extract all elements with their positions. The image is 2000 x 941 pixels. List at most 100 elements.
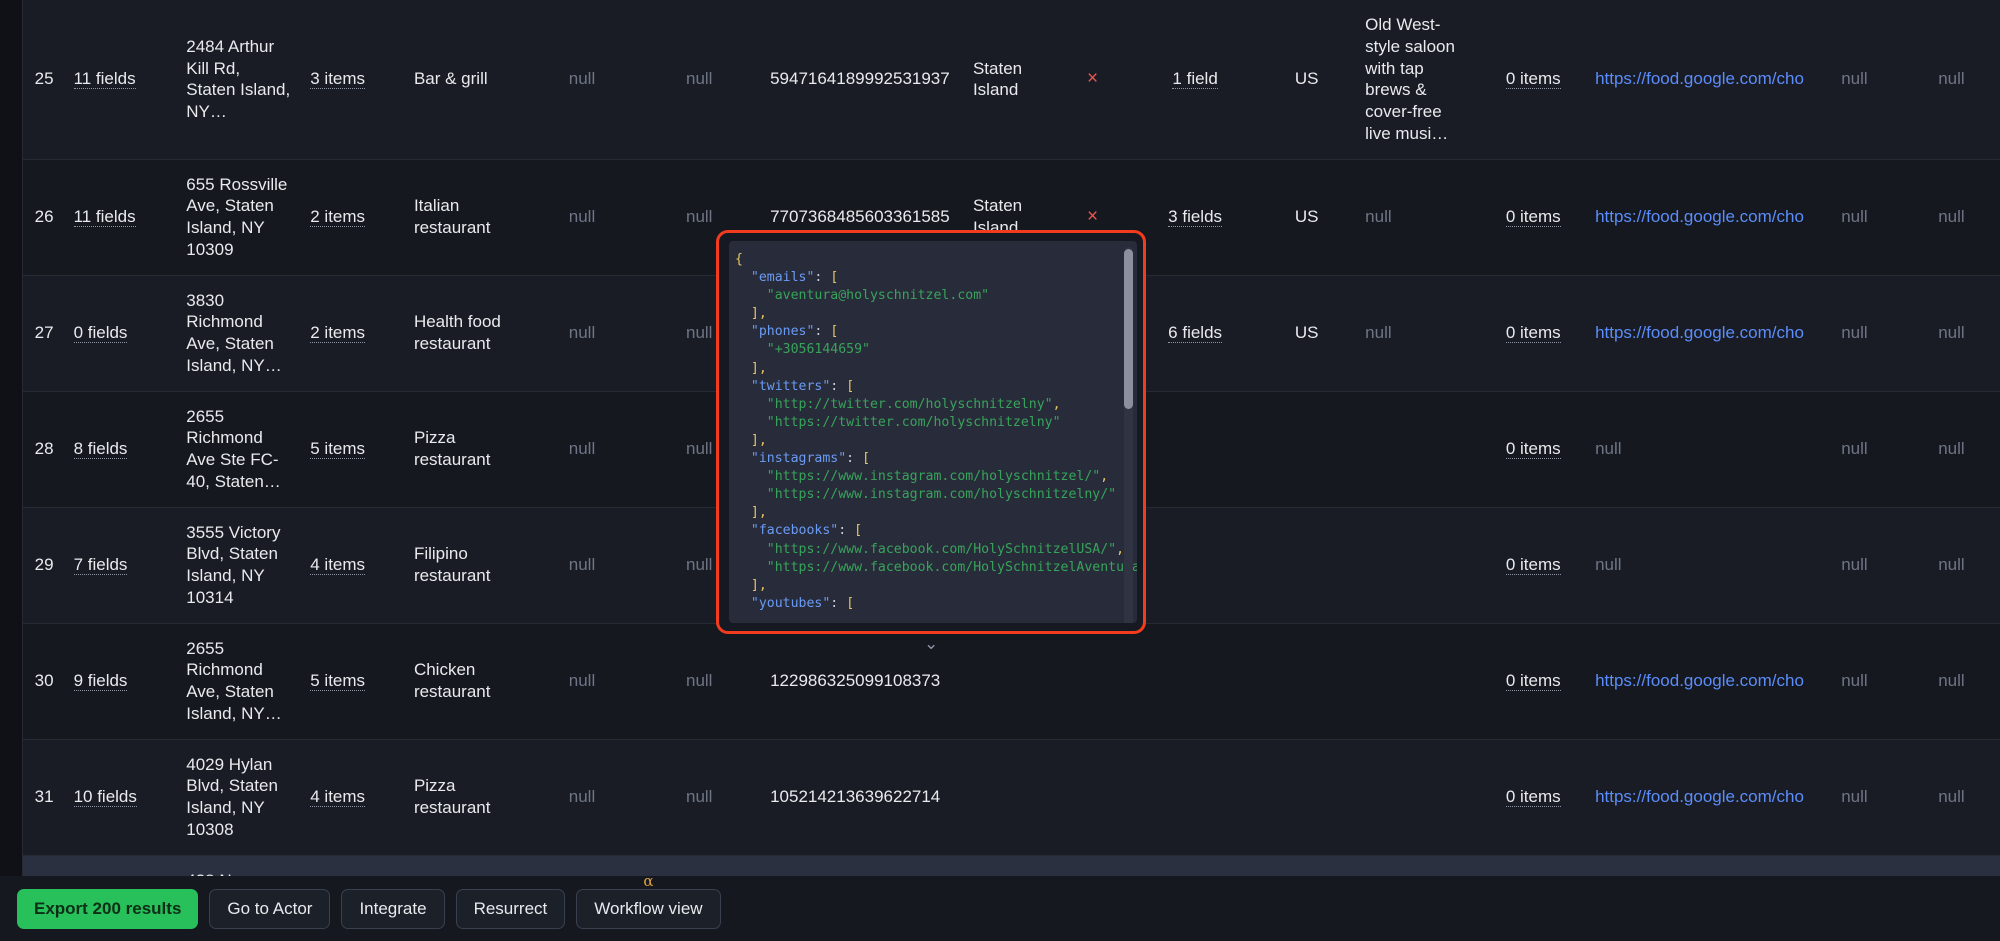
null-value: null [685,787,713,807]
null-cell-b: null [638,739,761,856]
result-link[interactable]: https://food.google.com/cho… [1595,671,1806,690]
items-cell[interactable]: 5 items [300,391,404,508]
result-link[interactable]: https://food.google.com/cho… [1595,207,1806,226]
null-cell-d: null [1902,391,2000,508]
fields2-cell[interactable] [1132,507,1259,624]
fields-cell[interactable]: 7 fields [63,507,177,624]
result-link[interactable]: https://food.google.com/cho… [1595,69,1806,88]
table-row[interactable]: 30 9 fields 2655 Richmond Ave, Staten Isla… [23,623,2000,740]
items2-expander[interactable]: 0 items [1505,323,1561,344]
null-cell-b: null [638,855,761,876]
items2-cell[interactable]: 0 items [1481,855,1586,876]
flag-cell[interactable]: × [1053,0,1132,160]
fields2-expander[interactable]: 1 field [1172,69,1218,90]
footer-button-resurrect[interactable]: Resurrect [455,888,566,929]
fields-expander[interactable]: 9 fields [73,671,128,692]
url-cell[interactable]: https://food.google.com/cho… [1585,623,1806,740]
items-cell[interactable]: 2 items [300,275,404,392]
footer-button-workflow-view[interactable]: Workflow view [576,888,721,929]
items-expander[interactable]: 2 items [310,207,366,228]
json-detail-popup[interactable]: { "emails": [ "aventura@holyschnitzel.co… [716,230,1146,634]
fields-expander[interactable]: 11 fields [73,69,136,90]
fields-cell[interactable]: 11 fields [63,159,177,276]
flag-cell[interactable] [1053,623,1132,740]
url-cell[interactable]: https://food.google.com/cho… [1585,275,1806,392]
items2-expander[interactable]: 0 items [1505,787,1561,808]
items2-cell[interactable]: 0 items [1481,275,1586,392]
fields2-cell[interactable]: 6 fields [1132,855,1259,876]
table-row[interactable]: 329 fields438 Nome Ave, Staten Island, N… [23,855,2000,876]
fields2-cell[interactable]: 1 field [1132,0,1259,160]
items2-cell[interactable]: 0 items [1481,0,1586,160]
address-cell: 2484 Arthur Kill Rd, Staten Island, NY… [176,0,301,160]
fields-cell[interactable]: 8 fields [63,391,177,508]
items-expander[interactable]: 2 items [310,323,366,344]
fields-expander[interactable]: 0 fields [73,323,128,344]
items-cell[interactable]: 4 items [300,507,404,624]
footer-button-go-to-actor[interactable]: Go to Actor [209,888,331,929]
items-cell[interactable]: 3 items [300,0,404,160]
flag-cell[interactable]: × [1053,855,1132,876]
items2-cell[interactable]: 0 items [1481,159,1586,276]
table-row[interactable]: 25 11 fields 2484 Arthur Kill Rd, Staten I… [23,0,2000,160]
items2-cell[interactable]: 0 items [1481,391,1586,508]
null-value: null [568,671,596,691]
url-cell[interactable]: https://food.google.com/cho… [1585,0,1806,160]
fields-cell[interactable]: 11 fields [63,0,177,160]
fields2-expander[interactable]: 6 fields [1168,323,1223,344]
items2-cell[interactable]: 0 items [1481,739,1586,856]
items2-expander[interactable]: 0 items [1505,671,1561,692]
items2-cell[interactable]: 0 items [1481,623,1586,740]
items2-expander[interactable]: 0 items [1505,439,1561,460]
close-icon[interactable]: × [1087,206,1098,227]
row-index: 31 [23,739,64,856]
table-row[interactable]: 31 10 fields 4029 Hylan Blvd, Staten Islan… [23,739,2000,856]
description-cell: Old West-style saloon with tap brews & c… [1355,0,1482,160]
fields2-cell[interactable] [1132,739,1259,856]
fields2-expander[interactable]: 3 fields [1168,207,1223,228]
fields-cell[interactable]: 9 fields [63,623,177,740]
footer-button-integrate[interactable]: Integrate [341,888,445,929]
url-cell[interactable]: https://food.google.com/cho… [1585,855,1806,876]
fields-cell[interactable]: 9 fields [63,855,177,876]
fields-cell[interactable]: 10 fields [63,739,177,856]
address-cell: 655 Rossville Ave, Staten Island, NY 103… [176,159,301,276]
result-link[interactable]: https://food.google.com/cho… [1595,787,1806,806]
description-cell [1355,507,1482,624]
items2-expander[interactable]: 0 items [1505,207,1561,228]
footer-button-export-200-results[interactable]: Export 200 results [17,888,199,929]
items-cell[interactable]: 2 items [300,159,404,276]
items2-cell[interactable]: 0 items [1481,507,1586,624]
json-detail-popup-body[interactable]: { "emails": [ "aventura@holyschnitzel.co… [729,241,1137,623]
fields2-cell[interactable]: 6 fields [1132,275,1259,392]
items-cell[interactable]: 4 items [300,739,404,856]
items-expander[interactable]: 4 items [310,787,366,808]
flag-cell[interactable] [1053,739,1132,856]
fields-expander[interactable]: 10 fields [73,787,137,808]
url-cell[interactable]: https://food.google.com/cho… [1585,739,1806,856]
fields-expander[interactable]: 7 fields [73,555,128,576]
country-cell [1258,739,1356,856]
fields-expander[interactable]: 11 fields [73,207,136,228]
items-cell[interactable]: 6 items [300,855,404,876]
items-expander[interactable]: 5 items [310,439,366,460]
result-link[interactable]: https://food.google.com/cho… [1595,323,1806,342]
items2-expander[interactable]: 0 items [1505,555,1561,576]
fields-expander[interactable]: 8 fields [73,439,128,460]
description-cell: null [1355,275,1482,392]
url-cell[interactable]: null [1585,507,1806,624]
url-cell[interactable]: https://food.google.com/cho… [1585,159,1806,276]
fields2-cell[interactable] [1132,391,1259,508]
fields2-cell[interactable]: 3 fields [1132,159,1259,276]
description-cell: food joint serving an all-kosher menu [1355,855,1482,876]
items-expander[interactable]: 3 items [310,69,366,90]
items-cell[interactable]: 5 items [300,623,404,740]
items2-expander[interactable]: 0 items [1505,69,1561,90]
close-icon[interactable]: × [1087,68,1098,89]
items-expander[interactable]: 4 items [310,555,366,576]
fields-cell[interactable]: 0 fields [63,275,177,392]
popup-scrollbar-thumb[interactable] [1124,249,1133,409]
fields2-cell[interactable] [1132,623,1259,740]
items-expander[interactable]: 5 items [310,671,366,692]
url-cell[interactable]: null [1585,391,1806,508]
